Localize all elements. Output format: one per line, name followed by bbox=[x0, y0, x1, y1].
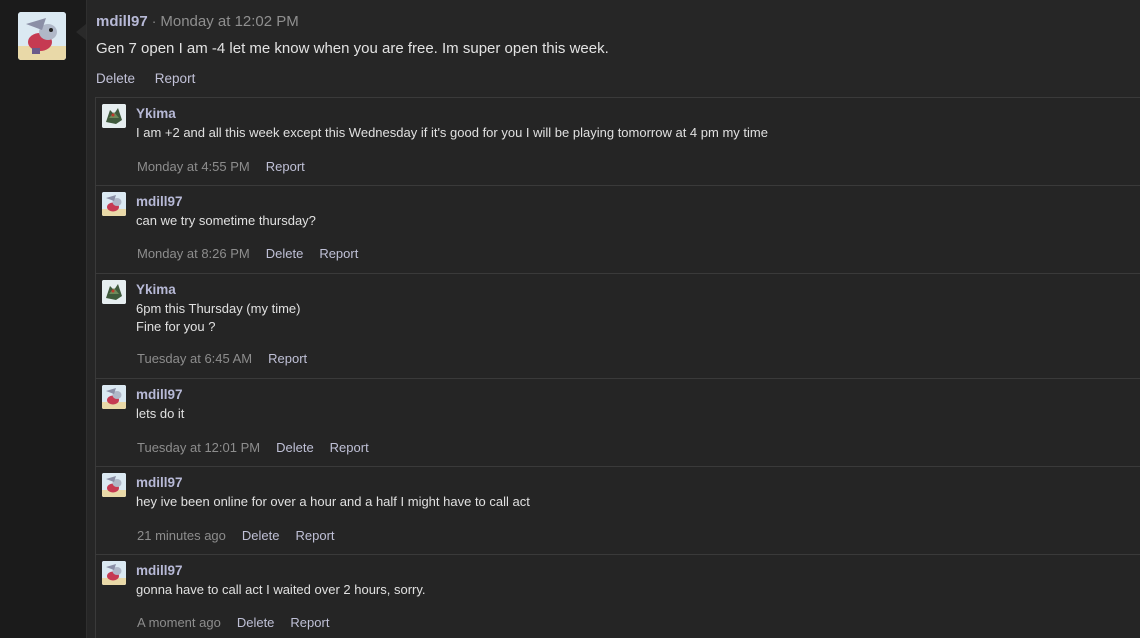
comment-line: lets do it bbox=[136, 406, 185, 421]
comment-report-link[interactable]: Report bbox=[268, 351, 307, 366]
post-actions: Delete Report bbox=[96, 71, 211, 86]
comment-item: mdill97 lets do it Tuesday at 12:01 PM Dele… bbox=[96, 379, 1140, 467]
comment-line: Fine for you ? bbox=[136, 319, 216, 334]
comment-item: mdill97 can we try sometime thursday? Mond… bbox=[96, 186, 1140, 274]
comment-timestamp[interactable]: Tuesday at 6:45 AM bbox=[137, 351, 252, 366]
mdill97-avatar[interactable] bbox=[102, 385, 126, 409]
comment-report-link[interactable]: Report bbox=[295, 528, 334, 543]
mdill97-avatar[interactable] bbox=[102, 192, 126, 216]
comment-meta: Monday at 8:26 PM Delete Report bbox=[137, 246, 374, 261]
comment-delete-link[interactable]: Delete bbox=[237, 615, 275, 630]
comment-delete-link[interactable]: Delete bbox=[242, 528, 280, 543]
ykima-avatar[interactable] bbox=[102, 280, 126, 304]
post-message: Gen 7 open I am -4 let me know when you … bbox=[96, 40, 609, 57]
post-author-link[interactable]: mdill97 bbox=[96, 13, 148, 30]
comment-report-link[interactable]: Report bbox=[266, 159, 305, 174]
comment-delete-link[interactable]: Delete bbox=[276, 440, 314, 455]
post-pointer-arrow bbox=[76, 24, 86, 40]
comment-item: mdill97 gonna have to call act I waited o… bbox=[96, 555, 1140, 638]
header-separator: · bbox=[151, 13, 157, 29]
post-timestamp[interactable]: Monday at 12:02 PM bbox=[160, 13, 298, 30]
comment-line: can we try sometime thursday? bbox=[136, 213, 316, 228]
comment-line: I am +2 and all this week except this We… bbox=[136, 125, 768, 140]
avatar-gutter bbox=[0, 0, 86, 638]
comment-message: gonna have to call act I waited over 2 h… bbox=[136, 581, 426, 599]
comment-message: 6pm this Thursday (my time) Fine for you … bbox=[136, 300, 300, 336]
comment-author-link[interactable]: mdill97 bbox=[136, 387, 183, 402]
comment-timestamp[interactable]: Monday at 8:26 PM bbox=[137, 246, 250, 261]
comment-message: lets do it bbox=[136, 405, 184, 423]
post-delete-link[interactable]: Delete bbox=[96, 71, 135, 86]
comment-report-link[interactable]: Report bbox=[290, 615, 329, 630]
comment-report-link[interactable]: Report bbox=[319, 246, 358, 261]
comment-timestamp[interactable]: A moment ago bbox=[137, 615, 221, 630]
comment-author-link[interactable]: Ykima bbox=[136, 106, 176, 121]
comment-item: Ykima 6pm this Thursday (my time) Fine for… bbox=[96, 274, 1140, 379]
comment-message: can we try sometime thursday? bbox=[136, 212, 316, 230]
comment-item: Ykima I am +2 and all this week except th… bbox=[96, 98, 1140, 186]
mdill97-avatar[interactable] bbox=[18, 12, 66, 60]
comment-timestamp[interactable]: Monday at 4:55 PM bbox=[137, 159, 250, 174]
comment-meta: Monday at 4:55 PM Report bbox=[137, 159, 321, 174]
comment-line: hey ive been online for over a hour and … bbox=[136, 494, 530, 509]
mdill97-avatar[interactable] bbox=[102, 561, 126, 585]
comment-meta: A moment ago Delete Report bbox=[137, 615, 345, 630]
post-header: mdill97 · Monday at 12:02 PM bbox=[96, 13, 299, 30]
comment-timestamp[interactable]: Tuesday at 12:01 PM bbox=[137, 440, 260, 455]
mdill97-avatar[interactable] bbox=[102, 473, 126, 497]
comment-message: hey ive been online for over a hour and … bbox=[136, 493, 530, 511]
ykima-avatar[interactable] bbox=[102, 104, 126, 128]
comment-delete-link[interactable]: Delete bbox=[266, 246, 304, 261]
comment-author-link[interactable]: mdill97 bbox=[136, 563, 183, 578]
comment-line: gonna have to call act I waited over 2 h… bbox=[136, 582, 426, 597]
comment-meta: Tuesday at 12:01 PM Delete Report bbox=[137, 440, 385, 455]
comment-timestamp[interactable]: 21 minutes ago bbox=[137, 528, 226, 543]
comment-author-link[interactable]: mdill97 bbox=[136, 475, 183, 490]
comment-meta: 21 minutes ago Delete Report bbox=[137, 528, 351, 543]
comment-author-link[interactable]: mdill97 bbox=[136, 194, 183, 209]
comment-meta: Tuesday at 6:45 AM Report bbox=[137, 351, 323, 366]
avatar-image bbox=[18, 12, 66, 60]
comment-report-link[interactable]: Report bbox=[330, 440, 369, 455]
comment-item: mdill97 hey ive been online for over a ho… bbox=[96, 467, 1140, 555]
post-report-link[interactable]: Report bbox=[155, 71, 196, 86]
comment-line: 6pm this Thursday (my time) bbox=[136, 301, 301, 316]
comment-author-link[interactable]: Ykima bbox=[136, 282, 176, 297]
comment-message: I am +2 and all this week except this We… bbox=[136, 124, 768, 142]
comment-list: Ykima I am +2 and all this week except th… bbox=[95, 97, 1140, 638]
profile-post-page: mdill97 · Monday at 12:02 PM Gen 7 open I … bbox=[0, 0, 1140, 638]
